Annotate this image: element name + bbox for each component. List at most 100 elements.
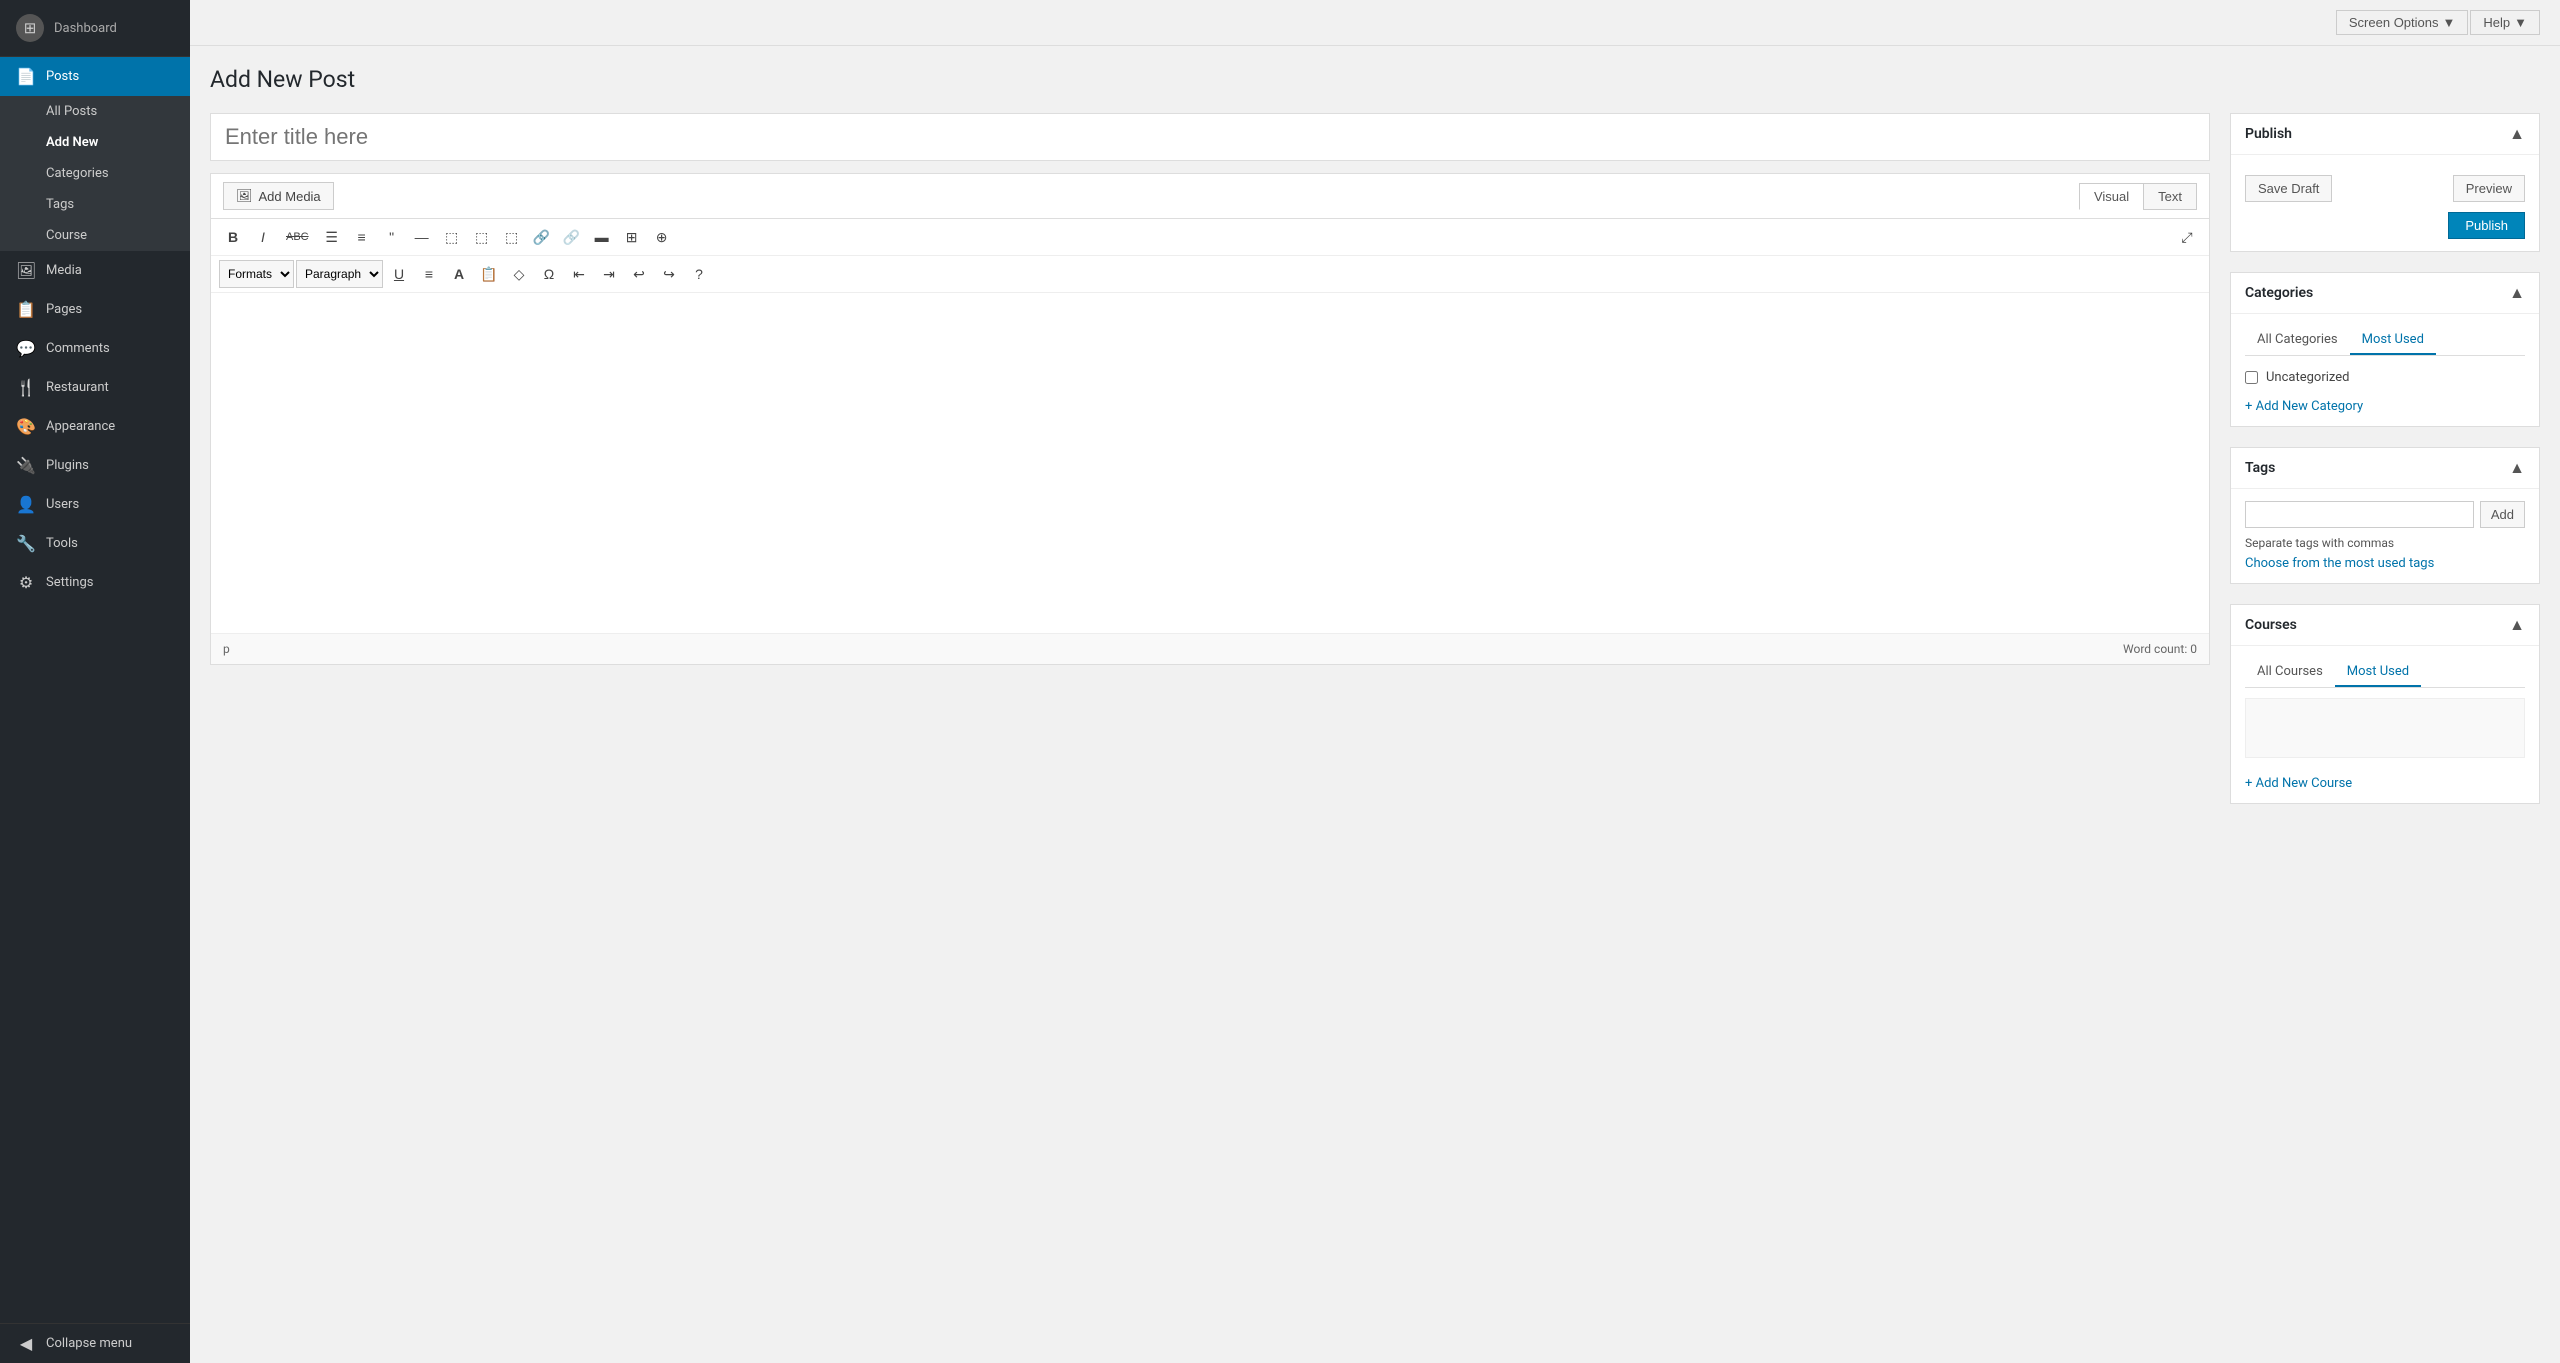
most-used-categories-tab[interactable]: Most Used: [2350, 326, 2436, 355]
all-courses-tab[interactable]: All Courses: [2245, 658, 2335, 687]
unlink-button[interactable]: 🔗: [558, 223, 586, 251]
post-title-input[interactable]: [210, 113, 2210, 161]
indent-button[interactable]: ⇥: [595, 260, 623, 288]
add-new-category-link[interactable]: + Add New Category: [2245, 399, 2363, 414]
paragraph-select[interactable]: Paragraph: [296, 260, 383, 288]
text-color-button[interactable]: A: [445, 260, 473, 288]
sidebar-subitem-all-posts[interactable]: All Posts: [0, 96, 190, 127]
category-uncategorized-label: Uncategorized: [2266, 370, 2349, 385]
page-content: Add New Post 🖼 Add Media Visual: [190, 46, 2560, 1363]
screen-options-button[interactable]: Screen Options ▼: [2336, 10, 2468, 35]
publish-title: Publish: [2245, 126, 2292, 142]
help-toolbar-button[interactable]: ?: [685, 260, 713, 288]
editor-content[interactable]: [211, 293, 2209, 633]
toolbar-row1: B I ABC ☰ ≡ " — ⬚ ⬚ ⬚ 🔗 🔗 ▬ ⊞: [211, 219, 2209, 256]
preview-button[interactable]: Preview: [2453, 175, 2525, 202]
visual-tab[interactable]: Visual: [2079, 183, 2143, 210]
sidebar-item-media[interactable]: 🖼 Media: [0, 251, 190, 290]
align-center-button[interactable]: ⬚: [468, 223, 496, 251]
sidebar-subitem-course[interactable]: Course: [0, 220, 190, 251]
editor-toolbar-top: 🖼 Add Media Visual Text: [211, 174, 2209, 219]
category-uncategorized-checkbox[interactable]: [2245, 371, 2258, 384]
link-button[interactable]: 🔗: [528, 223, 556, 251]
choose-tags-link[interactable]: Choose from the most used tags: [2245, 556, 2434, 571]
pages-icon: 📋: [16, 300, 36, 319]
topbar: Screen Options ▼ Help ▼: [190, 0, 2560, 46]
italic-button[interactable]: I: [249, 223, 277, 251]
publish-button[interactable]: Publish: [2448, 212, 2525, 239]
formats-select[interactable]: Formats: [219, 260, 294, 288]
most-used-courses-tab[interactable]: Most Used: [2335, 658, 2421, 687]
save-draft-button[interactable]: Save Draft: [2245, 175, 2332, 202]
sidebar-item-tools[interactable]: 🔧 Tools: [0, 524, 190, 563]
ol-button[interactable]: ≡: [348, 223, 376, 251]
add-button[interactable]: ⊕: [648, 223, 676, 251]
all-categories-tab[interactable]: All Categories: [2245, 326, 2350, 355]
eraser-button[interactable]: ◇: [505, 260, 533, 288]
undo-button[interactable]: ↩: [625, 260, 653, 288]
add-media-button[interactable]: 🖼 Add Media: [223, 182, 334, 210]
add-new-course-link[interactable]: + Add New Course: [2245, 776, 2352, 791]
publish-toggle-icon: ▲: [2509, 124, 2525, 144]
tags-panel-header[interactable]: Tags ▲: [2231, 448, 2539, 489]
text-tab[interactable]: Text: [2143, 183, 2197, 210]
courses-title: Courses: [2245, 617, 2297, 633]
strikethrough-button[interactable]: ABC: [279, 223, 316, 251]
sidebar-item-posts[interactable]: 📄 Posts: [0, 57, 190, 96]
collapse-label: Collapse menu: [46, 1336, 132, 1351]
omega-button[interactable]: Ω: [535, 260, 563, 288]
sidebar-subitem-tags[interactable]: Tags: [0, 189, 190, 220]
sidebar-dashboard-item[interactable]: ⊞ Dashboard: [0, 0, 190, 57]
fullscreen-button[interactable]: ⤢: [2173, 223, 2201, 251]
align-left-button[interactable]: ⬚: [438, 223, 466, 251]
dashboard-label: Dashboard: [54, 21, 117, 36]
publish-panel-header[interactable]: Publish ▲: [2231, 114, 2539, 155]
categories-label: Categories: [46, 166, 109, 181]
tools-label: Tools: [46, 536, 78, 551]
outdent-button[interactable]: ⇤: [565, 260, 593, 288]
wp-more-button[interactable]: ▬: [588, 223, 616, 251]
ul-button[interactable]: ☰: [318, 223, 346, 251]
blockquote-button[interactable]: ": [378, 223, 406, 251]
posts-label: Posts: [46, 69, 79, 84]
plugins-label: Plugins: [46, 458, 89, 473]
sidebar-item-appearance[interactable]: 🎨 Appearance: [0, 407, 190, 446]
underline-button[interactable]: U: [385, 260, 413, 288]
add-new-label: Add New: [46, 135, 98, 150]
add-tag-button[interactable]: Add: [2480, 501, 2525, 528]
word-count-area: Word count: 0: [2123, 642, 2197, 656]
tags-toggle-icon: ▲: [2509, 458, 2525, 478]
sidebar-item-restaurant[interactable]: 🍴 Restaurant: [0, 368, 190, 407]
plugins-icon: 🔌: [16, 456, 36, 475]
collapse-menu-button[interactable]: ◀ Collapse menu: [0, 1323, 190, 1363]
tags-input[interactable]: [2245, 501, 2474, 528]
publish-actions: Save Draft Preview: [2245, 175, 2525, 202]
sidebar-subitem-add-new[interactable]: Add New: [0, 127, 190, 158]
sidebar-item-users[interactable]: 👤 Users: [0, 485, 190, 524]
redo-button[interactable]: ↪: [655, 260, 683, 288]
all-posts-label: All Posts: [46, 104, 97, 119]
categories-panel: Categories ▲ All Categories Most Used: [2230, 272, 2540, 427]
bold-button[interactable]: B: [219, 223, 247, 251]
sidebar-item-settings[interactable]: ⚙ Settings: [0, 563, 190, 602]
table-button[interactable]: ⊞: [618, 223, 646, 251]
add-media-icon: 🖼: [236, 188, 253, 204]
help-label: Help: [2483, 15, 2510, 30]
sidebar-item-plugins[interactable]: 🔌 Plugins: [0, 446, 190, 485]
courses-panel-header[interactable]: Courses ▲: [2231, 605, 2539, 646]
tags-label: Tags: [46, 197, 74, 212]
word-count-label: Word count:: [2123, 642, 2187, 656]
category-uncategorized: Uncategorized: [2245, 366, 2525, 389]
sidebar-item-comments[interactable]: 💬 Comments: [0, 329, 190, 368]
editor-footer: p Word count: 0: [211, 633, 2209, 664]
sidebar-subitem-categories[interactable]: Categories: [0, 158, 190, 189]
sidebar-item-pages[interactable]: 📋 Pages: [0, 290, 190, 329]
hr-button[interactable]: —: [408, 223, 436, 251]
categories-panel-header[interactable]: Categories ▲: [2231, 273, 2539, 314]
paste-button[interactable]: 📋: [475, 260, 503, 288]
tags-panel-body: Add Separate tags with commas Choose fro…: [2231, 489, 2539, 583]
align-right-button[interactable]: ⬚: [498, 223, 526, 251]
help-button[interactable]: Help ▼: [2470, 10, 2540, 35]
editor-box: 🖼 Add Media Visual Text: [210, 173, 2210, 665]
justify-button[interactable]: ≡: [415, 260, 443, 288]
